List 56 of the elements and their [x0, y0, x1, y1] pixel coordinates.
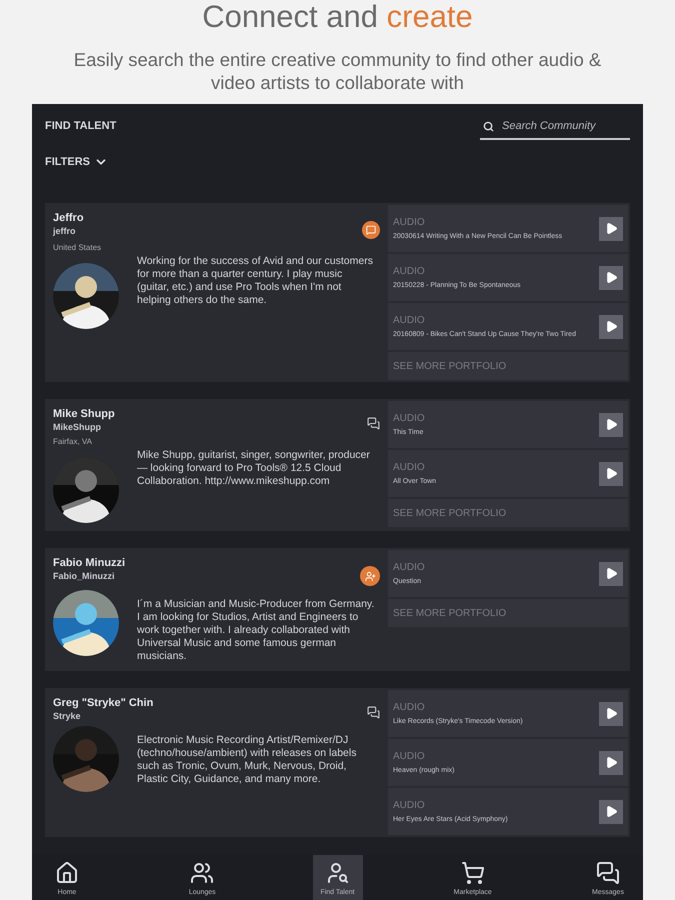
panel-title: FIND TALENT [45, 119, 116, 134]
person-search-icon [326, 860, 350, 884]
people-icon [190, 860, 214, 884]
play-icon [604, 756, 618, 769]
play-button[interactable] [599, 750, 623, 774]
profile-location: United States [53, 243, 102, 253]
media-type: AUDIO [393, 562, 425, 574]
profile-location: Fairfax, VA [53, 437, 93, 447]
profile-name[interactable]: Mike Shupp [53, 407, 115, 421]
play-button[interactable] [599, 562, 623, 586]
play-button[interactable] [599, 266, 623, 290]
play-icon [604, 805, 618, 818]
play-icon [604, 320, 618, 333]
profile-bio: Working for the success of Avid and our customers for more than a quarter century. I play music (guitar, etc.) and use Pro Tools when I'm not helping others do the same. [137, 255, 374, 308]
page-subtitle: Easily search the entire creative community to find other audio & video artists to collaborate with [72, 48, 602, 94]
play-button[interactable] [599, 314, 623, 338]
play-button[interactable] [599, 800, 623, 824]
filters-dropdown[interactable]: FILTERS [45, 154, 116, 170]
profile-handle: Fabio_Minuzzi [53, 570, 116, 582]
media-type: AUDIO [393, 314, 426, 326]
profile-name[interactable]: Greg "Stryke" Chin [53, 696, 154, 710]
media-type: AUDIO [393, 216, 426, 228]
media-type: AUDIO [393, 702, 426, 714]
play-icon [604, 567, 618, 580]
play-button[interactable] [599, 462, 623, 486]
profile-name[interactable]: Jeffro [53, 211, 84, 225]
cart-icon [460, 860, 485, 884]
play-button[interactable] [599, 412, 623, 436]
play-icon [604, 271, 618, 284]
profile-handle: Stryke [53, 710, 82, 722]
search-icon [483, 120, 494, 132]
play-button[interactable] [599, 702, 623, 726]
play-icon [604, 222, 618, 235]
search-field[interactable]: Search Community [502, 118, 617, 134]
profile-bio: I´m a Musician and Music-Producer from Germany. I am looking for Studios, Artist and Engineers to work together with. I already collaborated with Universal Music and some famous german musicians. [137, 598, 376, 663]
media-type: AUDIO [393, 462, 426, 474]
media-type: AUDIO [393, 266, 426, 278]
play-button[interactable] [599, 216, 623, 240]
home-icon [55, 860, 79, 884]
play-icon [604, 467, 618, 480]
profile-handle: MikeShupp [53, 421, 102, 433]
chat-icon [596, 860, 620, 884]
chat-icon[interactable] [367, 706, 380, 719]
add-person-icon[interactable] [360, 566, 380, 586]
profile-handle: jeffro [53, 225, 76, 237]
profile-bio: Electronic Music Recording Artist/Remixer/DJ (techno/house/ambient) with releases on labels such as Tronic, Ovum, Murk, Nervous, Droid, Plastic City, Guidance, and many more. [137, 734, 358, 787]
media-type: AUDIO [393, 750, 426, 762]
profile-name[interactable]: Fabio Minuzzi [53, 556, 126, 570]
media-type: AUDIO [393, 800, 426, 812]
play-icon [604, 418, 618, 431]
page-heading: Connect and create [202, 0, 473, 34]
profile-bio: Mike Shupp, guitarist, singer, songwriter, producer — looking forward to Pro Tools® 12.5 Cloud Collaboration. http://www.mikeshupp.com [137, 449, 371, 489]
media-type: AUDIO [393, 412, 425, 424]
play-icon [604, 707, 618, 720]
chat-icon[interactable] [367, 417, 380, 430]
chat-icon[interactable] [362, 221, 380, 239]
